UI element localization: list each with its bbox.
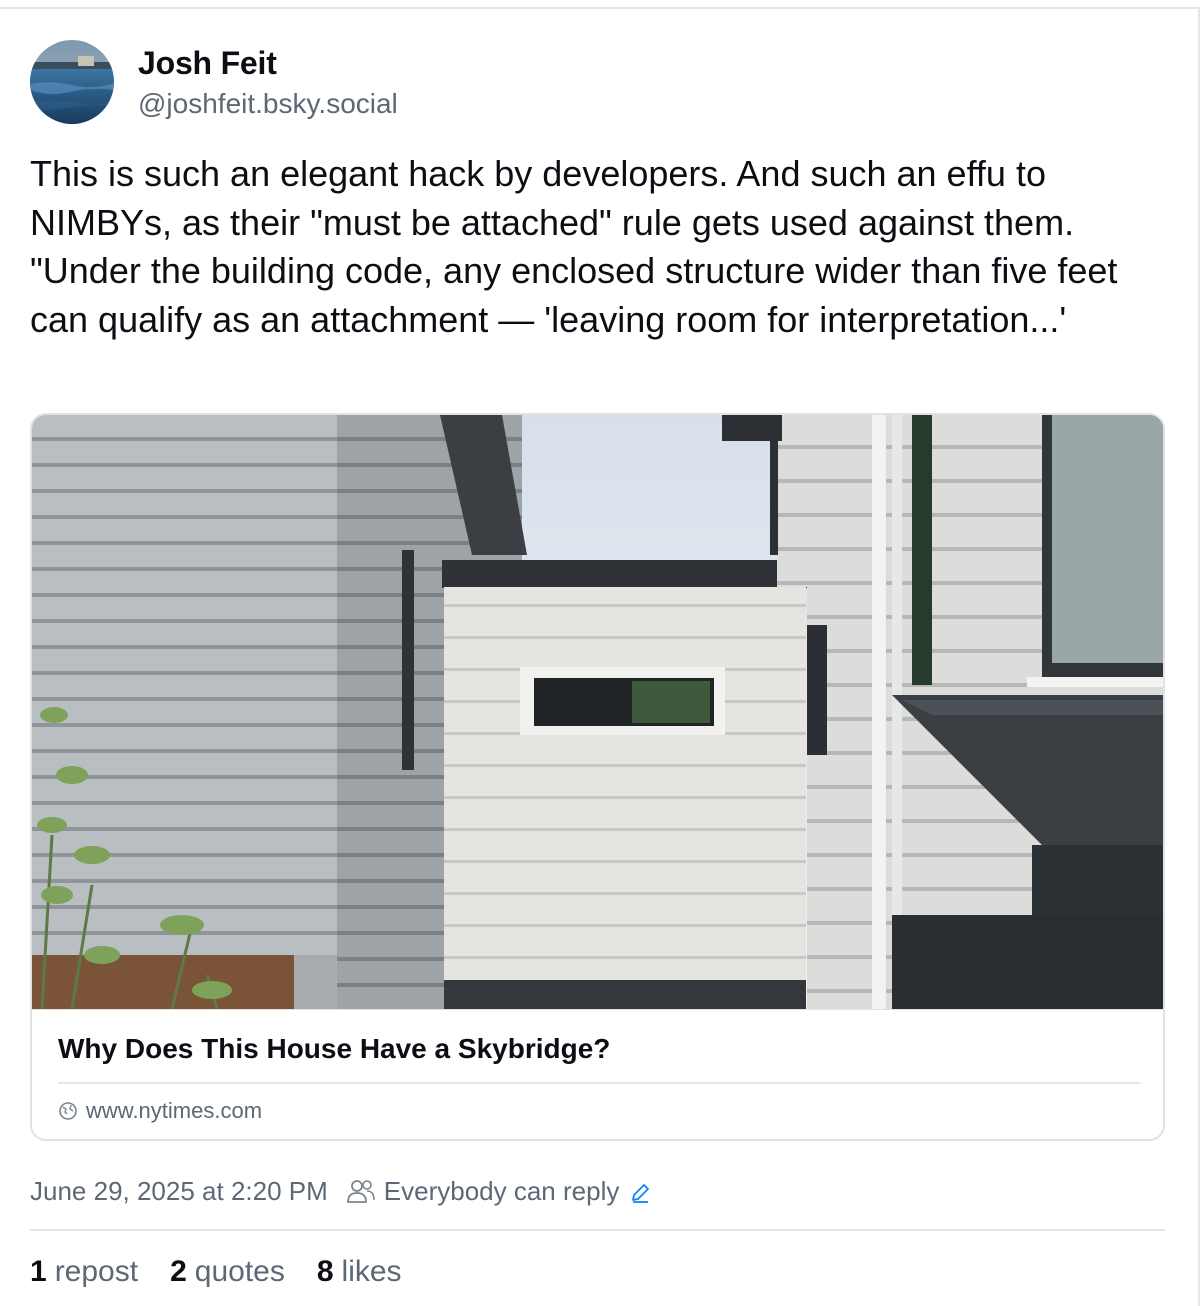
pencil-icon[interactable] [629,1180,651,1203]
reposts-count: 1 [30,1255,47,1288]
post-header: Josh Feit @joshfeit.bsky.social [30,40,398,126]
embed-divider [58,1082,1140,1084]
avatar-image [30,40,114,124]
quotes-label: quotes [194,1255,285,1288]
globe-icon [58,1101,78,1121]
author-info: Josh Feit @joshfeit.bsky.social [138,40,398,122]
quotes-stat[interactable]: 2 quotes [170,1255,285,1289]
post-text: This is such an elegant hack by develope… [30,153,1128,340]
embed-title[interactable]: Why Does This House Have a Skybridge? [58,1032,610,1066]
author-display-name[interactable]: Josh Feit [138,44,398,82]
reposts-stat[interactable]: 1 repost [30,1255,138,1289]
embed-domain-text: www.nytimes.com [86,1098,263,1123]
post-timestamp[interactable]: June 29, 2025 at 2:20 PM [30,1176,328,1207]
house-photo [32,415,1163,1009]
likes-stat[interactable]: 8 likes [317,1255,402,1289]
author-handle[interactable]: @joshfeit.bsky.social [138,86,398,122]
post-stats: 1 repost 2 quotes 8 likes [30,1252,434,1292]
reposts-label: repost [54,1255,139,1288]
quotes-count: 2 [170,1255,187,1288]
people-icon [346,1178,376,1204]
embed-body: Why Does This House Have a Skybridge? ww… [32,1009,1163,1139]
reply-setting-label[interactable]: Everybody can reply [384,1176,620,1207]
top-border [0,0,1200,9]
post-thread-view: Josh Feit @joshfeit.bsky.social This is … [0,0,1200,1306]
meta-divider [30,1229,1165,1231]
likes-label: likes [341,1255,402,1288]
avatar[interactable] [30,40,114,124]
likes-count: 8 [316,1255,334,1288]
post-meta: June 29, 2025 at 2:20 PM Everybody can r… [30,1172,651,1210]
link-embed-card[interactable]: Why Does This House Have a Skybridge? ww… [30,413,1165,1141]
embed-domain: www.nytimes.com [58,1098,262,1124]
